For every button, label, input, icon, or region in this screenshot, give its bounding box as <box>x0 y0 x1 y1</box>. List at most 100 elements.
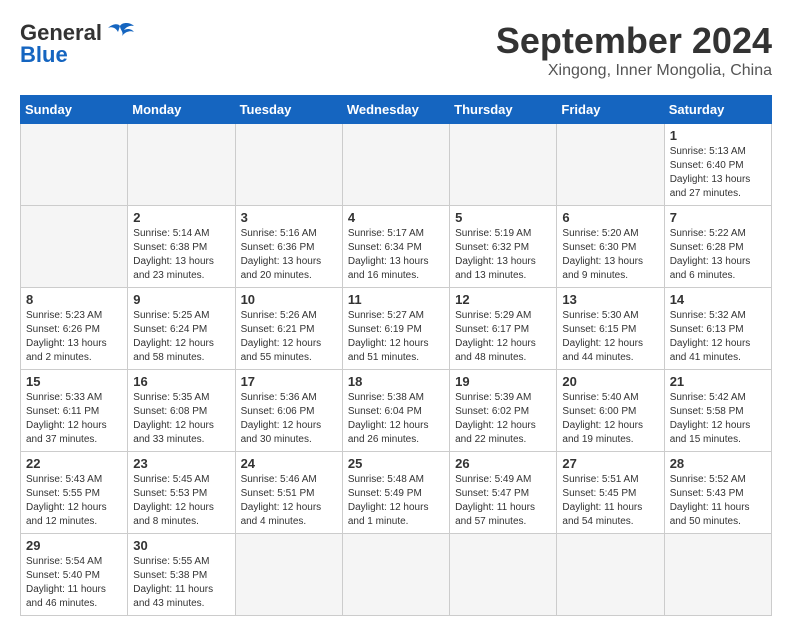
day-number: 12 <box>455 292 551 307</box>
day-number: 28 <box>670 456 766 471</box>
calendar-day-13: 13 Sunrise: 5:30 AMSunset: 6:15 PMDayligh… <box>557 288 664 370</box>
day-info: Sunrise: 5:43 AMSunset: 5:55 PMDaylight:… <box>26 473 122 529</box>
day-number: 3 <box>241 210 337 225</box>
calendar-day-24: 24 Sunrise: 5:46 AMSunset: 5:51 PMDayligh… <box>235 452 342 534</box>
col-header-wednesday: Wednesday <box>342 96 449 124</box>
empty-cell <box>128 124 235 206</box>
day-number: 16 <box>133 374 229 389</box>
empty-cell <box>450 534 557 616</box>
calendar-day-5: 5Sunrise: 5:19 AMSunset: 6:32 PMDaylight… <box>450 206 557 288</box>
col-header-monday: Monday <box>128 96 235 124</box>
day-number: 8 <box>26 292 122 307</box>
calendar-day-22: 22 Sunrise: 5:43 AMSunset: 5:55 PMDayligh… <box>21 452 128 534</box>
calendar-day-28: 28 Sunrise: 5:52 AMSunset: 5:43 PMDayligh… <box>664 452 771 534</box>
day-info: Sunrise: 5:17 AMSunset: 6:34 PMDaylight:… <box>348 227 444 283</box>
day-info: Sunrise: 5:39 AMSunset: 6:02 PMDaylight:… <box>455 391 551 447</box>
day-info: Sunrise: 5:20 AMSunset: 6:30 PMDaylight:… <box>562 227 658 283</box>
day-info: Sunrise: 5:40 AMSunset: 6:00 PMDaylight:… <box>562 391 658 447</box>
day-info: Sunrise: 5:46 AMSunset: 5:51 PMDaylight:… <box>241 473 337 529</box>
day-info: Sunrise: 5:13 AMSunset: 6:40 PMDaylight:… <box>670 145 766 201</box>
calendar-day-4: 4 Sunrise: 5:17 AMSunset: 6:34 PMDaylight… <box>342 206 449 288</box>
day-number: 21 <box>670 374 766 389</box>
day-number: 10 <box>241 292 337 307</box>
empty-cell <box>21 206 128 288</box>
calendar-day-9: 9 Sunrise: 5:25 AMSunset: 6:24 PMDaylight… <box>128 288 235 370</box>
logo-blue: Blue <box>20 42 68 68</box>
day-info: Sunrise: 5:48 AMSunset: 5:49 PMDaylight:… <box>348 473 444 529</box>
calendar: SundayMondayTuesdayWednesdayThursdayFrid… <box>20 95 772 616</box>
day-info: Sunrise: 5:19 AMSunset: 6:32 PMDaylight:… <box>455 227 551 283</box>
calendar-day-12: 12 Sunrise: 5:29 AMSunset: 6:17 PMDayligh… <box>450 288 557 370</box>
day-number: 4 <box>348 210 444 225</box>
month-title: September 2024 <box>496 20 772 62</box>
col-header-thursday: Thursday <box>450 96 557 124</box>
calendar-week-3: 8Sunrise: 5:23 AMSunset: 6:26 PMDaylight… <box>21 288 772 370</box>
day-number: 15 <box>26 374 122 389</box>
col-header-saturday: Saturday <box>664 96 771 124</box>
calendar-day-15: 15 Sunrise: 5:33 AMSunset: 6:11 PMDayligh… <box>21 370 128 452</box>
day-number: 26 <box>455 456 551 471</box>
day-number: 9 <box>133 292 229 307</box>
day-info: Sunrise: 5:35 AMSunset: 6:08 PMDaylight:… <box>133 391 229 447</box>
calendar-day-11: 11 Sunrise: 5:27 AMSunset: 6:19 PMDayligh… <box>342 288 449 370</box>
calendar-week-6: 29Sunrise: 5:54 AMSunset: 5:40 PMDayligh… <box>21 534 772 616</box>
day-number: 1 <box>670 128 766 143</box>
day-info: Sunrise: 5:33 AMSunset: 6:11 PMDaylight:… <box>26 391 122 447</box>
empty-cell <box>235 124 342 206</box>
day-info: Sunrise: 5:55 AMSunset: 5:38 PMDaylight:… <box>133 555 229 611</box>
day-info: Sunrise: 5:16 AMSunset: 6:36 PMDaylight:… <box>241 227 337 283</box>
header: General Blue September 2024 Xingong, Inn… <box>20 20 772 80</box>
calendar-day-6: 6 Sunrise: 5:20 AMSunset: 6:30 PMDaylight… <box>557 206 664 288</box>
day-info: Sunrise: 5:38 AMSunset: 6:04 PMDaylight:… <box>348 391 444 447</box>
calendar-day-23: 23Sunrise: 5:45 AMSunset: 5:53 PMDayligh… <box>128 452 235 534</box>
calendar-week-2: 2Sunrise: 5:14 AMSunset: 6:38 PMDaylight… <box>21 206 772 288</box>
col-header-tuesday: Tuesday <box>235 96 342 124</box>
calendar-day-1: 1 Sunrise: 5:13 AMSunset: 6:40 PMDaylight… <box>664 124 771 206</box>
day-info: Sunrise: 5:54 AMSunset: 5:40 PMDaylight:… <box>26 555 122 611</box>
calendar-week-4: 15 Sunrise: 5:33 AMSunset: 6:11 PMDayligh… <box>21 370 772 452</box>
day-info: Sunrise: 5:32 AMSunset: 6:13 PMDaylight:… <box>670 309 766 365</box>
day-info: Sunrise: 5:22 AMSunset: 6:28 PMDaylight:… <box>670 227 766 283</box>
empty-cell <box>664 534 771 616</box>
day-number: 19 <box>455 374 551 389</box>
col-header-sunday: Sunday <box>21 96 128 124</box>
empty-cell <box>342 124 449 206</box>
day-info: Sunrise: 5:27 AMSunset: 6:19 PMDaylight:… <box>348 309 444 365</box>
empty-cell <box>450 124 557 206</box>
day-info: Sunrise: 5:29 AMSunset: 6:17 PMDaylight:… <box>455 309 551 365</box>
day-number: 30 <box>133 538 229 553</box>
day-info: Sunrise: 5:25 AMSunset: 6:24 PMDaylight:… <box>133 309 229 365</box>
day-number: 25 <box>348 456 444 471</box>
calendar-day-21: 21 Sunrise: 5:42 AMSunset: 5:58 PMDayligh… <box>664 370 771 452</box>
day-number: 22 <box>26 456 122 471</box>
calendar-day-8: 8Sunrise: 5:23 AMSunset: 6:26 PMDaylight… <box>21 288 128 370</box>
empty-cell <box>557 124 664 206</box>
day-number: 27 <box>562 456 658 471</box>
day-info: Sunrise: 5:26 AMSunset: 6:21 PMDaylight:… <box>241 309 337 365</box>
empty-cell <box>557 534 664 616</box>
logo: General Blue <box>20 20 134 68</box>
calendar-day-16: 16 Sunrise: 5:35 AMSunset: 6:08 PMDayligh… <box>128 370 235 452</box>
empty-cell <box>342 534 449 616</box>
day-number: 13 <box>562 292 658 307</box>
day-number: 6 <box>562 210 658 225</box>
day-info: Sunrise: 5:30 AMSunset: 6:15 PMDaylight:… <box>562 309 658 365</box>
calendar-day-20: 20Sunrise: 5:40 AMSunset: 6:00 PMDayligh… <box>557 370 664 452</box>
calendar-day-27: 27 Sunrise: 5:51 AMSunset: 5:45 PMDayligh… <box>557 452 664 534</box>
day-info: Sunrise: 5:42 AMSunset: 5:58 PMDaylight:… <box>670 391 766 447</box>
day-number: 24 <box>241 456 337 471</box>
day-info: Sunrise: 5:51 AMSunset: 5:45 PMDaylight:… <box>562 473 658 529</box>
day-number: 14 <box>670 292 766 307</box>
calendar-header-row: SundayMondayTuesdayWednesdayThursdayFrid… <box>21 96 772 124</box>
day-info: Sunrise: 5:52 AMSunset: 5:43 PMDaylight:… <box>670 473 766 529</box>
day-number: 18 <box>348 374 444 389</box>
calendar-day-29: 29Sunrise: 5:54 AMSunset: 5:40 PMDayligh… <box>21 534 128 616</box>
location: Xingong, Inner Mongolia, China <box>496 62 772 80</box>
calendar-day-25: 25 Sunrise: 5:48 AMSunset: 5:49 PMDayligh… <box>342 452 449 534</box>
day-number: 7 <box>670 210 766 225</box>
day-info: Sunrise: 5:45 AMSunset: 5:53 PMDaylight:… <box>133 473 229 529</box>
empty-cell <box>235 534 342 616</box>
day-number: 11 <box>348 292 444 307</box>
day-number: 17 <box>241 374 337 389</box>
calendar-day-3: 3 Sunrise: 5:16 AMSunset: 6:36 PMDaylight… <box>235 206 342 288</box>
